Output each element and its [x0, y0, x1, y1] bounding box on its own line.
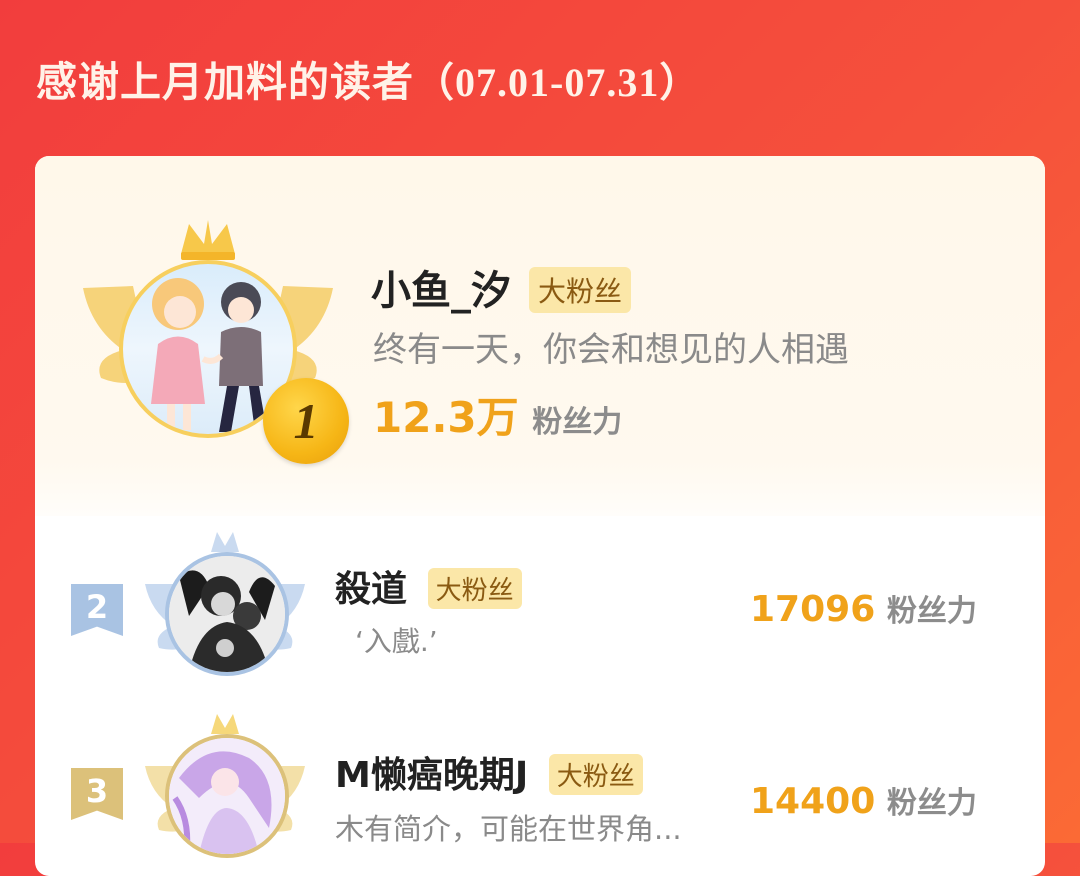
fan-power: 12.3万 粉丝力 [373, 384, 622, 445]
fan-name-row[interactable]: M懒癌晚期J 大粉丝 [335, 746, 643, 798]
rank-1-medal: 1 [263, 378, 349, 464]
power-unit: 粉丝力 [886, 594, 977, 629]
list-item[interactable]: 2 殺道 大粉丝 ‘入戲.’ 17096 粉丝力 [35, 516, 1045, 696]
date-range: （07.01-07.31） [414, 60, 701, 105]
fan-bio: 木有简介，可能在世界角... [335, 812, 682, 846]
fan-avatar-frame[interactable] [145, 712, 305, 872]
power-unit: 粉丝力 [886, 786, 977, 821]
list-item[interactable]: 3 M懒癌晚期J 大粉丝 木有简介，可能在世界角... 14400 粉丝力 [35, 706, 1045, 876]
rank-2-tag: 2 [71, 584, 123, 636]
fan-badge: 大粉丝 [528, 267, 631, 313]
avatar-illustration-icon [169, 738, 285, 854]
fan-avatar[interactable] [165, 552, 289, 676]
fan-power: 17096 粉丝力 [750, 586, 977, 630]
power-value: 17096 [750, 589, 876, 630]
power-value: 14400 [750, 781, 876, 822]
fan-name[interactable]: 殺道 [335, 569, 407, 610]
fan-name[interactable]: M懒癌晚期J [335, 755, 528, 796]
fan-badge: 大粉丝 [427, 567, 522, 609]
avatar-illustration-icon [169, 556, 285, 672]
power-value: 12.3万 [373, 393, 519, 442]
fan-name[interactable]: 小鱼_汐 [371, 268, 511, 314]
fan-avatar-frame[interactable] [145, 530, 305, 690]
power-unit: 粉丝力 [532, 405, 623, 440]
page-title: 感谢上月加料的读者（07.01-07.31） [36, 48, 700, 108]
fan-badge: 大粉丝 [548, 753, 643, 795]
top-fan-name-row[interactable]: 小鱼_汐 大粉丝 [371, 258, 631, 316]
title-text: 感谢上月加料的读者 [36, 58, 414, 106]
fan-name-row[interactable]: 殺道 大粉丝 [335, 560, 522, 612]
leaderboard-card: 1 小鱼_汐 大粉丝 终有一天，你会和想见的人相遇 12.3万 粉丝力 2 殺道… [35, 156, 1045, 876]
fan-avatar[interactable] [165, 734, 289, 858]
fan-power: 14400 粉丝力 [750, 778, 977, 822]
fan-bio: ‘入戲.’ [355, 625, 438, 658]
top-fan-avatar-frame[interactable]: 1 [83, 218, 349, 464]
top-fan-section[interactable]: 1 小鱼_汐 大粉丝 终有一天，你会和想见的人相遇 12.3万 粉丝力 [35, 156, 1045, 516]
rank-3-tag: 3 [71, 768, 123, 820]
fan-bio: 终有一天，你会和想见的人相遇 [373, 330, 849, 370]
